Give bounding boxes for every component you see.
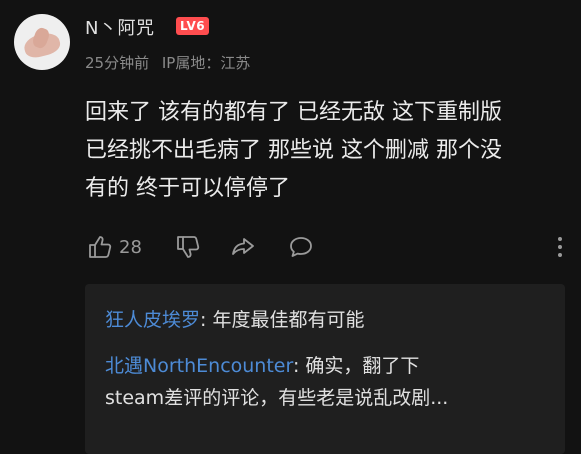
- dislike-button[interactable]: [175, 230, 201, 264]
- username[interactable]: N丶阿咒: [85, 14, 154, 40]
- reply-author[interactable]: 狂人皮埃罗: [105, 309, 200, 331]
- comment-actions: 28: [85, 230, 565, 264]
- reply-text-continued: steam差评的评论，有些老是说乱改剧...: [105, 387, 449, 409]
- like-count: 28: [119, 236, 142, 258]
- thumb-down-icon: [177, 236, 200, 258]
- comment-icon: [290, 237, 312, 257]
- comment-line: 有的 终于可以停停了: [85, 176, 290, 201]
- comment-text: 回来了 该有的都有了 已经无敌 这下重制版 已经挑不出毛病了 那些说 这个删减 …: [85, 94, 565, 208]
- more-button[interactable]: [547, 230, 573, 264]
- level-badge: LV6: [176, 17, 210, 35]
- reply-item[interactable]: 狂人皮埃罗: 年度最佳都有可能: [105, 304, 553, 336]
- comment-time: 25分钟前: [85, 54, 150, 72]
- reply-text: : 确实，翻了下: [292, 355, 420, 377]
- comment-meta: 25分钟前 IP属地：江苏: [85, 52, 250, 73]
- more-vertical-icon: [558, 237, 562, 257]
- share-icon: [232, 238, 254, 255]
- thumb-up-icon: [89, 236, 112, 258]
- share-button[interactable]: [230, 230, 256, 264]
- reply-author[interactable]: 北遇NorthEncounter: [105, 355, 293, 377]
- comment-line: 已经挑不出毛病了 那些说 这个删减 那个没: [85, 138, 502, 163]
- ip-location: IP属地：江苏: [161, 54, 251, 72]
- reply-text: : 年度最佳都有可能: [200, 309, 365, 331]
- reply-button[interactable]: [288, 230, 314, 264]
- like-button[interactable]: 28: [87, 230, 142, 264]
- reply-list: 狂人皮埃罗: 年度最佳都有可能 北遇NorthEncounter: 确实，翻了下…: [85, 284, 565, 454]
- reply-item[interactable]: 北遇NorthEncounter: 确实，翻了下 steam差评的评论，有些老是…: [105, 350, 553, 414]
- avatar[interactable]: [14, 14, 70, 70]
- comment-line: 回来了 该有的都有了 已经无敌 这下重制版: [85, 100, 502, 125]
